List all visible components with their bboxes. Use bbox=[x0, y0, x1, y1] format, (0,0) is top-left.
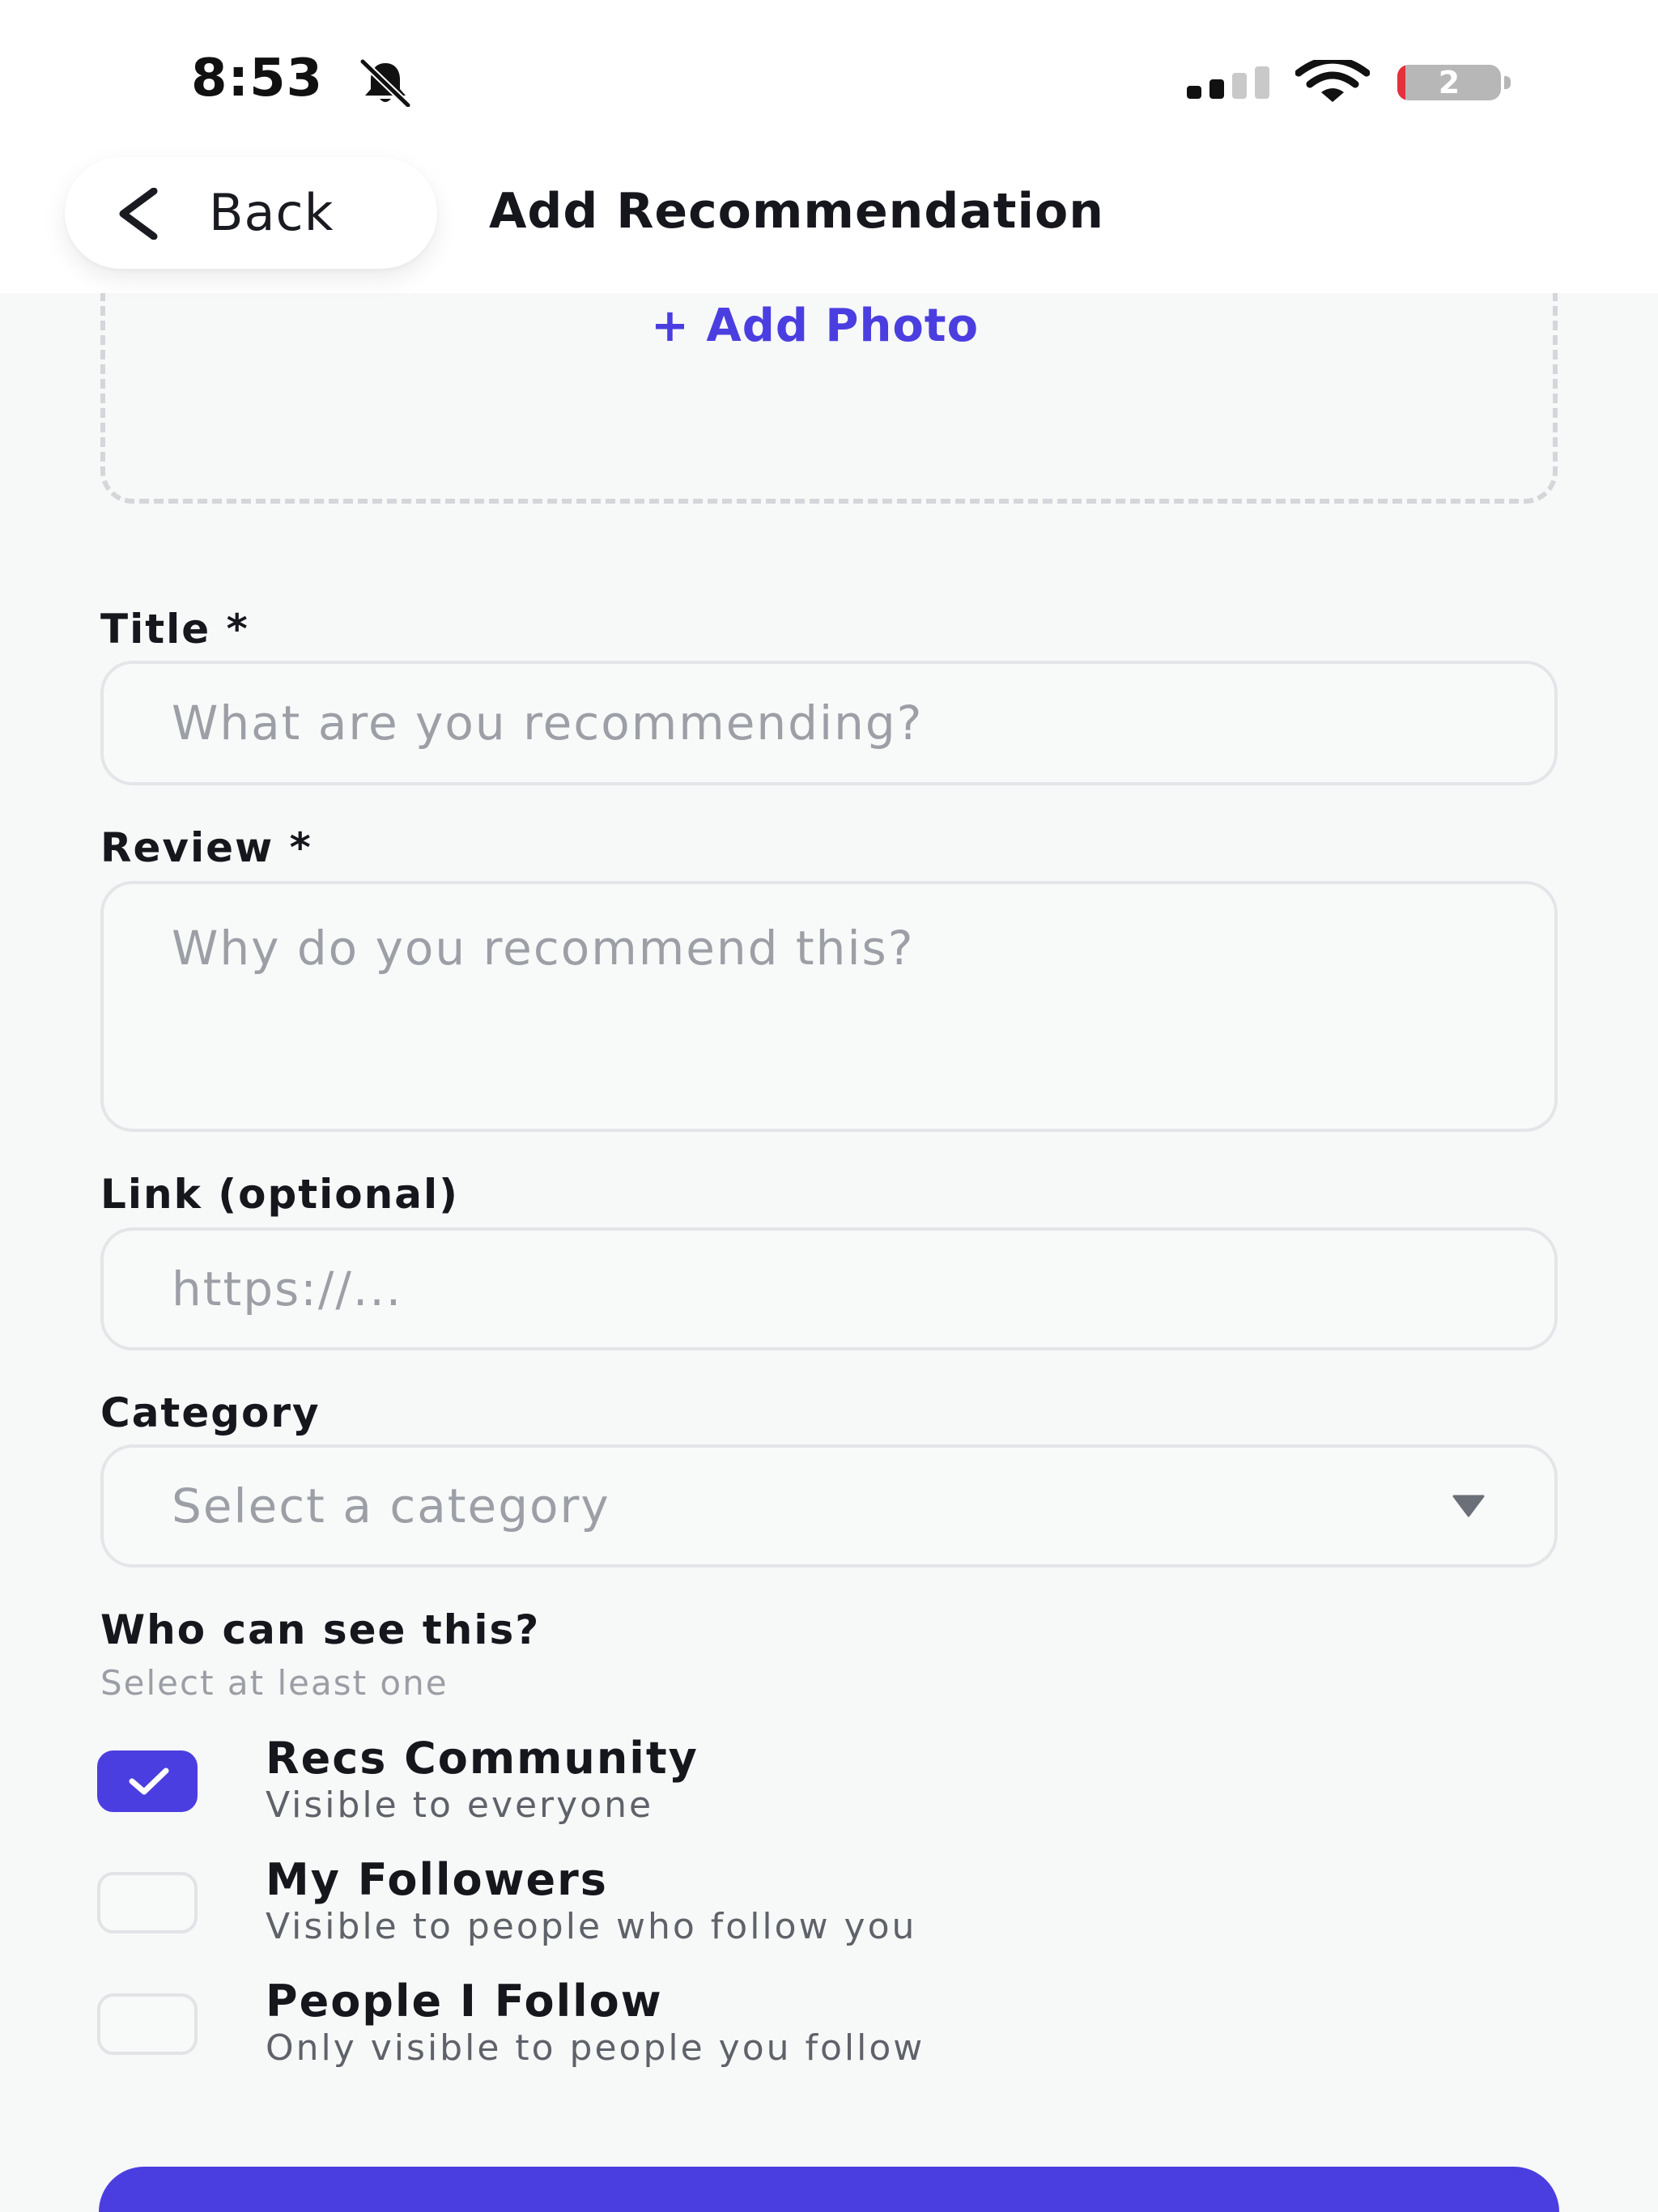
battery-icon: 2 bbox=[1397, 65, 1511, 100]
app-screen: 8:53 2 + Add Photo Back Add Recommendati… bbox=[0, 0, 1658, 2212]
status-time: 8:53 bbox=[191, 49, 324, 108]
link-label: Link (optional) bbox=[100, 1171, 459, 1218]
checkbox-people-i-follow[interactable] bbox=[97, 1993, 198, 2055]
category-select[interactable]: Select a category bbox=[100, 1444, 1558, 1568]
caret-down-icon bbox=[1452, 1495, 1485, 1517]
battery-tip bbox=[1504, 76, 1511, 89]
cellular-signal-icon bbox=[1187, 66, 1269, 99]
option-subtitle: Visible to people who follow you bbox=[266, 1906, 917, 1947]
visibility-hint: Select at least one bbox=[100, 1663, 449, 1703]
visibility-option-recs-community[interactable]: Recs Community Visible to everyone bbox=[97, 1733, 1231, 1848]
visibility-option-my-followers[interactable]: My Followers Visible to people who follo… bbox=[97, 1854, 1231, 1969]
page-title: Add Recommendation bbox=[489, 183, 1104, 240]
checkbox-my-followers[interactable] bbox=[97, 1872, 198, 1933]
battery-body: 2 bbox=[1397, 65, 1501, 100]
checkbox-recs-community[interactable] bbox=[97, 1750, 198, 1812]
review-textarea[interactable] bbox=[100, 881, 1558, 1132]
checkmark-icon bbox=[129, 1767, 169, 1795]
option-subtitle: Visible to everyone bbox=[266, 1784, 654, 1826]
submit-button[interactable] bbox=[99, 2167, 1559, 2212]
back-button[interactable]: Back bbox=[65, 157, 437, 269]
option-title: People I Follow bbox=[266, 1976, 663, 2027]
visibility-heading: Who can see this? bbox=[100, 1606, 541, 1653]
title-label: Title * bbox=[100, 606, 249, 653]
wifi-icon bbox=[1295, 60, 1370, 102]
visibility-option-people-i-follow[interactable]: People I Follow Only visible to people y… bbox=[97, 1976, 1231, 2091]
back-label: Back bbox=[209, 183, 334, 242]
option-subtitle: Only visible to people you follow bbox=[266, 2027, 925, 2069]
add-photo-button[interactable]: + Add Photo bbox=[651, 300, 979, 352]
title-input[interactable] bbox=[100, 661, 1558, 785]
battery-level: 2 bbox=[1438, 65, 1460, 100]
chevron-left-icon bbox=[119, 188, 158, 240]
category-selected-value: Select a category bbox=[172, 1478, 610, 1534]
link-input[interactable] bbox=[100, 1227, 1558, 1351]
status-bar: 8:53 2 bbox=[0, 0, 1658, 146]
option-title: My Followers bbox=[266, 1854, 608, 1905]
bell-slash-icon bbox=[359, 58, 411, 107]
nav-header: Back Add Recommendation bbox=[0, 146, 1658, 293]
review-label: Review * bbox=[100, 824, 312, 871]
option-title: Recs Community bbox=[266, 1733, 699, 1784]
category-label: Category bbox=[100, 1389, 321, 1436]
